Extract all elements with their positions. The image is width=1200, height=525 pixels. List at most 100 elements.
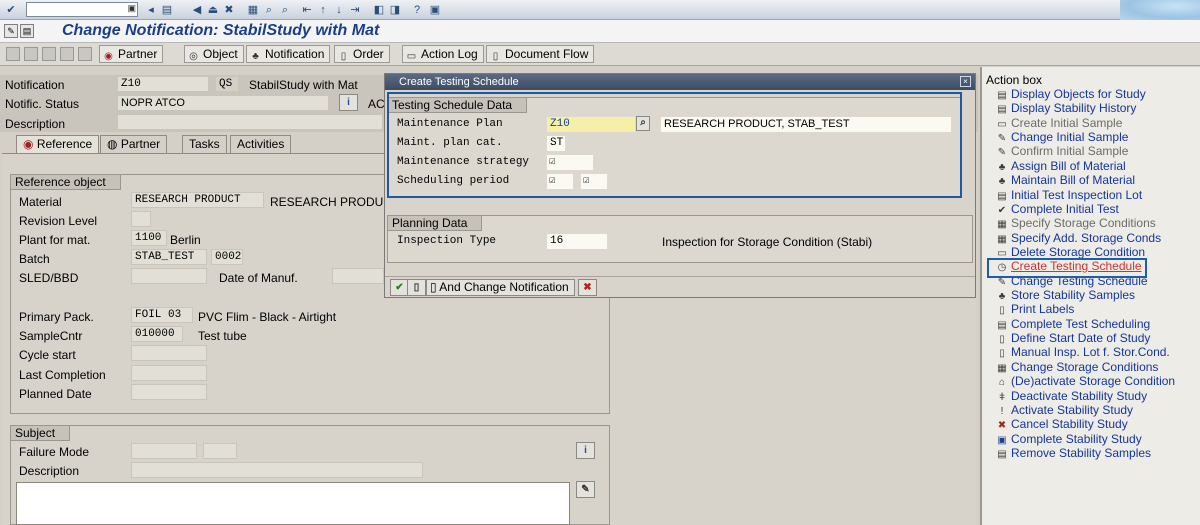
scheduling-period-input[interactable]: ☑ xyxy=(546,173,574,190)
maint-plan-cat-input[interactable]: ST xyxy=(546,135,566,152)
action-item[interactable]: ✎ Change Initial Sample xyxy=(996,130,1175,144)
other-notification-icon[interactable]: ▤ xyxy=(20,24,34,38)
action-box-title: Action box xyxy=(986,73,1043,87)
maintenance-plan-description: RESEARCH PRODUCT, STAB_TEST xyxy=(660,116,952,133)
tab-activities[interactable]: Activities xyxy=(230,135,292,153)
cancel-icon[interactable]: ✖ xyxy=(222,3,236,17)
maintenance-plan-input[interactable]: Z10 xyxy=(546,116,636,133)
action-item[interactable]: ▦ Change Storage Conditions xyxy=(996,360,1175,374)
maintenance-plan-label: Maintenance Plan xyxy=(397,118,503,130)
maintenance-strategy-label: Maintenance strategy xyxy=(397,156,530,168)
action-item[interactable]: ▤ Display Stability History xyxy=(996,101,1175,115)
inspection-type-description: Inspection for Storage Condition (Stabi) xyxy=(662,235,873,249)
scheduling-period-unit-input[interactable]: ☑ xyxy=(580,173,608,190)
inspection-type-input[interactable]: 16 xyxy=(546,233,608,250)
help-icon[interactable]: ? xyxy=(410,3,424,17)
action-item-label: Initial Test Inspection Lot xyxy=(1011,187,1143,202)
save-icon[interactable]: ▤ xyxy=(160,3,174,17)
action-item[interactable]: ✔ Complete Initial Test xyxy=(996,202,1175,216)
maintenance-strategy-input[interactable]: ☑ xyxy=(546,154,594,171)
action-item-label: Maintain Bill of Material xyxy=(1011,173,1136,188)
previous-page-icon[interactable]: ↑ xyxy=(316,3,330,17)
activate-icon: ǃ xyxy=(1000,405,1004,417)
back-icon[interactable]: ◀ xyxy=(190,3,204,17)
print-icon: ▯ xyxy=(999,305,1005,317)
action-item-label: Deactivate Stability Study xyxy=(1011,388,1148,403)
document-icon[interactable]: ▯ xyxy=(407,279,426,296)
bom-icon: ♣ xyxy=(998,176,1006,188)
dropdown-arrow-icon[interactable]: ◂ xyxy=(144,3,158,17)
action-item[interactable]: ▯ Print Labels xyxy=(996,302,1175,316)
find-icon[interactable]: ⌕ xyxy=(262,3,276,17)
and-change-notification-button[interactable]: ▯ And Change Notification xyxy=(426,279,575,296)
action-item[interactable]: ♣ Maintain Bill of Material xyxy=(996,173,1175,187)
plant-field: 1100 xyxy=(131,230,167,246)
command-field[interactable]: ▣ xyxy=(26,2,138,17)
find-next-icon[interactable]: ⌕ xyxy=(278,3,292,17)
primary-pack-description: PVC Flim - Black - Airtight xyxy=(198,310,337,324)
action-item[interactable]: ǂ Deactivate Stability Study xyxy=(996,389,1175,403)
sample-container-description: Test tube xyxy=(198,329,247,343)
storage-icon: ▦ xyxy=(997,233,1007,245)
document-flow-button[interactable]: ▯ Document Flow xyxy=(486,45,595,63)
checkbox-icon: ☑ xyxy=(549,175,556,187)
action-item[interactable]: ▤ Complete Test Scheduling xyxy=(996,317,1175,331)
cancel-x-icon[interactable]: ✖ xyxy=(578,279,597,296)
tab-reference[interactable]: ◉ Reference xyxy=(16,135,100,153)
action-item-label: Remove Stability Samples xyxy=(1011,445,1152,460)
edit-long-text-icon[interactable]: ✎ xyxy=(576,481,595,498)
action-item[interactable]: ♣ Assign Bill of Material xyxy=(996,159,1175,173)
action-item[interactable]: ▯ Define Start Date of Study xyxy=(996,331,1175,345)
notification-button[interactable]: ♣ Notification xyxy=(246,45,331,63)
description-field[interactable] xyxy=(117,114,383,130)
maintenance-plan-search-icon[interactable]: ⌕ xyxy=(636,116,650,131)
print-icon[interactable]: ▦ xyxy=(246,3,260,17)
action-item[interactable]: ✖ Cancel Stability Study xyxy=(996,417,1175,431)
object-icon: ◎ xyxy=(189,51,198,62)
partner-button[interactable]: ◉ Partner xyxy=(99,45,164,63)
tab-tasks[interactable]: Tasks xyxy=(182,135,227,153)
object-button[interactable]: ◎ Object xyxy=(184,45,244,63)
enter-icon[interactable]: ✔ xyxy=(4,3,18,17)
exit-icon[interactable]: ⏏ xyxy=(206,3,220,17)
action-item[interactable]: ▦ Specify Add. Storage Conds xyxy=(996,231,1175,245)
command-history-icon[interactable]: ▣ xyxy=(127,3,136,14)
action-item[interactable]: ⌂ (De)activate Storage Condition xyxy=(996,374,1175,388)
storage-icon: ▦ xyxy=(997,362,1007,374)
action-item[interactable]: ▣ Complete Stability Study xyxy=(996,432,1175,446)
notification-type-field: QS xyxy=(215,76,239,92)
action-item[interactable]: ▯ Manual Insp. Lot f. Stor.Cond. xyxy=(996,345,1175,359)
action-log-button[interactable]: ▭ Action Log xyxy=(402,45,484,63)
last-page-icon[interactable]: ⇥ xyxy=(348,3,362,17)
action-item[interactable]: ▤ Remove Stability Samples xyxy=(996,446,1175,460)
action-item-label: Manual Insp. Lot f. Stor.Cond. xyxy=(1011,345,1170,360)
first-page-icon[interactable]: ⇤ xyxy=(300,3,314,17)
action-item: ▦ Specify Storage Conditions xyxy=(996,216,1175,230)
status-info-icon[interactable]: i xyxy=(339,94,358,111)
shortcut-icon[interactable]: ◨ xyxy=(388,3,402,17)
action-item[interactable]: ▤ Display Objects for Study xyxy=(996,87,1175,101)
order-button[interactable]: ▯ Order xyxy=(334,45,390,63)
display-change-icon[interactable]: ✎ xyxy=(4,24,18,38)
dialog-title: Create Testing Schedule xyxy=(385,74,975,90)
tab-partner[interactable]: ◍ Partner xyxy=(100,135,168,153)
dialog-close-icon[interactable]: × xyxy=(960,76,971,87)
subject-description-field[interactable] xyxy=(131,462,423,478)
cycle-start-field xyxy=(131,345,207,361)
failure-info-icon[interactable]: i xyxy=(576,442,595,459)
action-item: ✎ Confirm Initial Sample xyxy=(996,144,1175,158)
action-item[interactable]: ǃ Activate Stability Study xyxy=(996,403,1175,417)
primary-pack-field: FOIL 03 xyxy=(131,307,193,323)
action-item[interactable]: ♣ Store Stability Samples xyxy=(996,288,1175,302)
next-page-icon[interactable]: ↓ xyxy=(332,3,346,17)
failure-mode-code-field[interactable] xyxy=(203,443,237,459)
subject-description-label: Description xyxy=(19,464,80,478)
action-item[interactable]: ▤ Initial Test Inspection Lot xyxy=(996,188,1175,202)
layout-menu-icon[interactable]: ▣ xyxy=(428,3,442,17)
long-text-editor[interactable] xyxy=(16,482,570,525)
new-session-icon[interactable]: ◧ xyxy=(372,3,386,17)
status-short-text: AC xyxy=(368,97,385,111)
failure-mode-field[interactable] xyxy=(131,443,197,459)
schedule-icon: ▤ xyxy=(997,319,1007,331)
failure-mode-label: Failure Mode xyxy=(19,445,90,459)
